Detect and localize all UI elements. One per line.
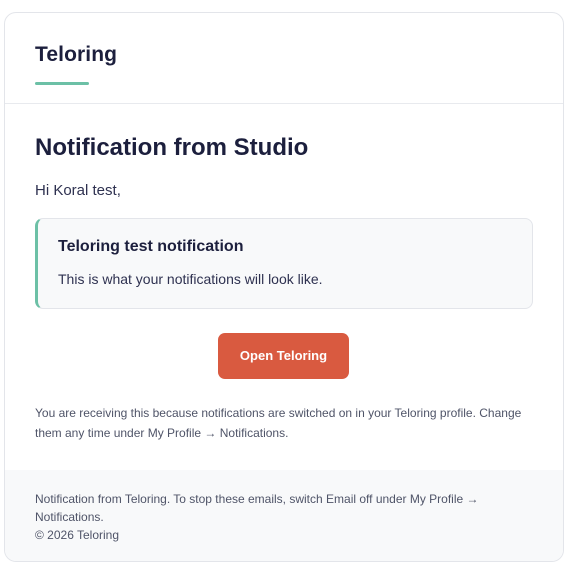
brand-name: Teloring: [35, 43, 118, 66]
open-teloring-button[interactable]: Open Teloring: [218, 333, 349, 379]
page-title: Notification from Studio: [35, 134, 309, 161]
email-header: Teloring: [5, 13, 563, 104]
email-card: Teloring Notification from Studio Hi Kor…: [4, 12, 564, 562]
greeting-text: Hi Koral test,: [35, 182, 121, 199]
brand-underline: [35, 82, 89, 85]
email-body: Notification from Studio Hi Koral test, …: [5, 104, 563, 470]
notification-box: Teloring test notification This is what …: [35, 218, 533, 309]
footer-copyright: © 2026 Teloring: [35, 528, 120, 542]
info-text: You are receiving this because notificat…: [35, 406, 522, 440]
notification-body: This is what your notifications will loo…: [58, 271, 323, 287]
email-footer: Notification from Teloring. To stop thes…: [5, 470, 563, 561]
notification-title: Teloring test notification: [58, 238, 244, 255]
footer-text: Notification from Teloring. To stop thes…: [35, 492, 479, 524]
